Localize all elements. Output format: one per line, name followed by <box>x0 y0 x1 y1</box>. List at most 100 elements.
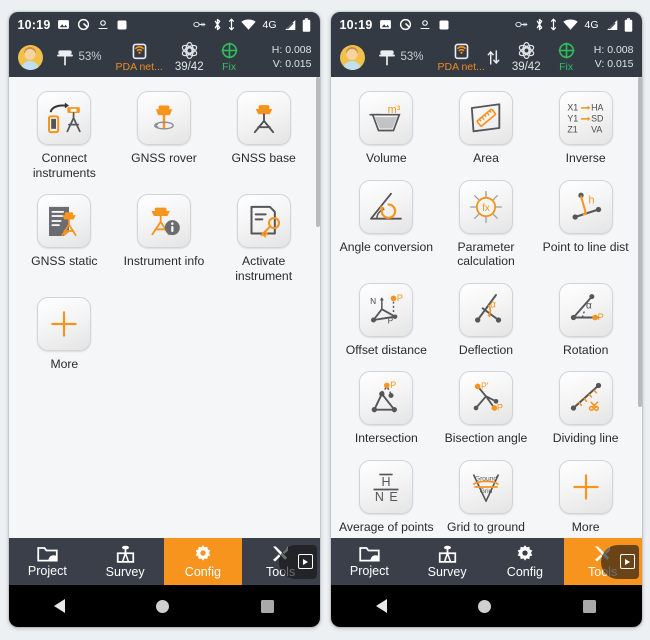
signal-bars-icon <box>283 19 296 31</box>
tab-project[interactable]: Project <box>9 538 87 585</box>
svg-text:P': P' <box>388 315 396 325</box>
phone-config: 10:19 4G 53% PDA net... 39/42 Fix H: 0.0… <box>8 12 320 627</box>
recents-button[interactable] <box>260 599 274 613</box>
svg-text:Z1: Z1 <box>567 124 577 134</box>
tile-activate-instrument[interactable]: Activate instrument <box>214 189 314 289</box>
tile-label: Intersection <box>354 431 418 445</box>
pda-net-icon <box>130 41 149 60</box>
satellite-count: 39/42 <box>511 61 541 73</box>
content-scrollbar[interactable] <box>637 77 642 407</box>
svg-text:H: H <box>382 475 391 489</box>
network-status[interactable]: PDA net... <box>116 41 163 73</box>
tile-average-of-points[interactable]: H N E Average of points <box>337 455 437 539</box>
status-clock: 10:19 <box>17 17 51 32</box>
svg-text:α: α <box>586 300 592 311</box>
pda-net-icon <box>452 41 471 60</box>
tools-flyout-button[interactable] <box>278 544 317 579</box>
receiver-battery[interactable]: 53% <box>55 46 102 68</box>
config-content: Connect instruments GNSS rover GNSS base… <box>8 77 320 538</box>
home-button[interactable] <box>156 599 170 613</box>
tile-inverse[interactable]: X1 HA Y1 SD Z1 VA Inverse <box>536 86 636 172</box>
tile-gnss-rover[interactable]: GNSS rover <box>114 86 214 186</box>
tools-flyout-button[interactable] <box>600 544 639 579</box>
tile-dividing-line[interactable]: Dividing line <box>536 366 636 452</box>
tile-more[interactable]: More <box>15 292 115 378</box>
survey-stake-icon <box>115 545 136 564</box>
tile-parameter-calculation[interactable]: fx Parameter calculation <box>436 175 536 275</box>
svg-text:P: P <box>390 380 396 390</box>
tile-point-to-line-dist[interactable]: h Point to line dist <box>536 175 636 275</box>
tab-label: Project <box>27 564 67 578</box>
tab-project[interactable]: Project <box>331 538 409 585</box>
tile-deflection[interactable]: α Deflection <box>436 278 536 364</box>
connect-instruments-icon <box>37 91 92 145</box>
satellite-icon <box>517 41 536 60</box>
tab-config[interactable]: Config <box>486 538 564 585</box>
image-icon <box>379 18 392 31</box>
user-avatar[interactable] <box>339 44 365 70</box>
back-button[interactable] <box>376 599 388 613</box>
deflection-icon: α <box>458 282 513 337</box>
svg-text:N: N <box>370 296 376 306</box>
tile-label: Bisection angle <box>444 431 528 445</box>
tile-bisection-angle[interactable]: P' P Bisection angle <box>436 366 536 452</box>
satellite-status[interactable]: 39/42 <box>512 41 541 73</box>
tile-connect-instruments[interactable]: Connect instruments <box>15 86 115 186</box>
signal-4g-label: 4G <box>584 18 599 31</box>
tile-area[interactable]: Area <box>436 86 536 172</box>
tile-grid-to-ground[interactable]: Ground Grid Grid to ground <box>436 455 536 539</box>
tile-label: Parameter calculation <box>457 239 515 269</box>
fix-status[interactable]: Fix <box>557 41 576 73</box>
tile-rotation[interactable]: α P Rotation <box>536 278 636 364</box>
android-status-bar: 10:19 4G <box>8 12 320 37</box>
folder-icon <box>37 545 58 563</box>
back-button[interactable] <box>54 599 66 613</box>
recents-button[interactable] <box>582 599 596 613</box>
tab-survey[interactable]: Survey <box>408 538 486 585</box>
svg-text:N: N <box>375 490 384 504</box>
tab-survey[interactable]: Survey <box>86 538 164 585</box>
tools-tile-grid: m³ Volume Area X1 HA Y1 SD Z1 VA Inverse… <box>331 77 642 538</box>
tile-label: Point to line dist <box>542 239 629 254</box>
user-avatar[interactable] <box>17 44 43 70</box>
tab-config[interactable]: Config <box>164 538 242 585</box>
tile-label: Deflection <box>458 342 514 357</box>
tile-gnss-static[interactable]: GNSS static <box>15 189 115 289</box>
tile-instrument-info[interactable]: Instrument info <box>114 189 214 289</box>
link-icon <box>193 19 207 30</box>
tile-label: GNSS rover <box>131 151 197 165</box>
quick-search-icon <box>399 18 412 31</box>
tile-label: Angle conversion <box>339 239 434 254</box>
svg-text:P: P <box>397 292 403 302</box>
svg-text:h: h <box>588 194 594 206</box>
precision-readout: H: 0.008 V: 0.015 <box>594 43 634 71</box>
content-scrollbar[interactable] <box>315 77 320 227</box>
tile-volume[interactable]: m³ Volume <box>337 86 437 172</box>
tile-label: Volume <box>366 151 407 165</box>
fix-status[interactable]: Fix <box>220 41 239 73</box>
android-status-bar: 10:19 4G <box>330 12 642 37</box>
receiver-battery[interactable]: 53% <box>377 46 424 68</box>
home-button[interactable] <box>478 599 492 613</box>
gear-icon <box>515 544 535 564</box>
phone-tools: 10:19 4G 53% PDA net... 39/42 Fix H: 0.0… <box>330 12 642 627</box>
fix-target-icon <box>220 41 239 60</box>
network-status[interactable]: PDA net... <box>438 41 485 73</box>
h-precision: H: 0.008 <box>271 44 312 56</box>
location-icon <box>97 18 109 31</box>
tile-gnss-base[interactable]: GNSS base <box>214 86 314 186</box>
battery-icon <box>302 17 311 32</box>
tile-label: GNSS static <box>31 254 98 268</box>
tile-intersection[interactable]: P Intersection <box>337 366 437 452</box>
inverse-icon: X1 HA Y1 SD Z1 VA <box>558 91 613 145</box>
fix-target-icon <box>557 41 576 60</box>
tile-angle-conversion[interactable]: Angle conversion <box>337 175 437 275</box>
gnss-static-icon <box>37 194 92 248</box>
satellite-status[interactable]: 39/42 <box>175 41 204 73</box>
config-tile-grid: Connect instruments GNSS rover GNSS base… <box>9 77 320 378</box>
tile-offset-distance[interactable]: N P P' Offset distance <box>337 278 437 364</box>
network-label: PDA net... <box>115 61 163 73</box>
tile-more[interactable]: More <box>536 455 636 539</box>
data-transfer-icon <box>550 18 557 31</box>
tile-label: Rotation <box>562 342 609 357</box>
